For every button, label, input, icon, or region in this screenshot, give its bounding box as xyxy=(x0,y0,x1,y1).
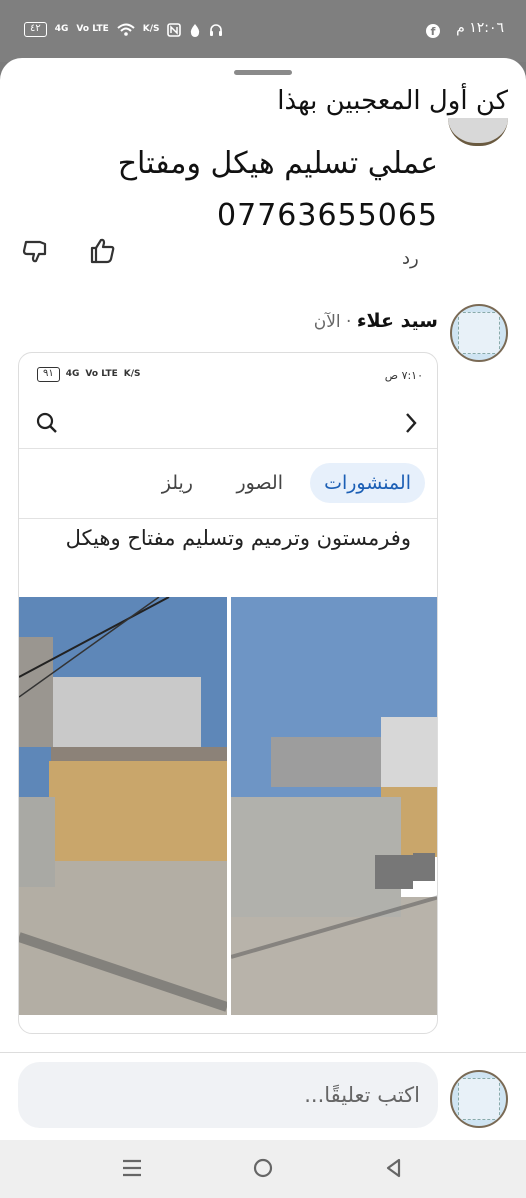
current-user-avatar xyxy=(450,1070,508,1128)
comment-author[interactable]: سيد علاء xyxy=(357,310,438,332)
embedded-volte: Vo LTE xyxy=(85,369,118,379)
embedded-photos xyxy=(19,597,437,1015)
current-user-avatar-image xyxy=(458,1078,500,1120)
comments-sheet: كن أول المعجبين بهذا عملي تسليم هيكل ومف… xyxy=(0,58,526,1140)
embedded-post-text: وفرمستون وترميم وتسليم مفتاح وهيكل xyxy=(65,526,411,550)
embedded-status-icons: ٩١ 4G Vo LTE K/S xyxy=(37,367,140,382)
system-nav-bar xyxy=(0,1140,526,1198)
dislike-icon[interactable] xyxy=(20,234,54,268)
speed-indicator: K/S xyxy=(142,24,160,34)
status-left-icons: ٤٢ 4G Vo LTE K/S xyxy=(24,22,223,37)
comment-body-line-1: عملي تسليم هيكل ومفتاح xyxy=(117,146,438,181)
headset-icon xyxy=(210,23,223,36)
network-indicator: 4G xyxy=(54,24,69,34)
comment-input[interactable]: اكتب تعليقًا... xyxy=(18,1062,438,1128)
battery-indicator: ٤٢ xyxy=(24,22,47,37)
likes-prompt: كن أول المعجبين بهذا xyxy=(277,86,508,116)
volte-indicator: Vo LTE xyxy=(76,24,109,34)
comment-body: عملي تسليم هيكل ومفتاح 07763655065 xyxy=(18,138,438,242)
nfc-icon xyxy=(167,22,182,37)
recent-apps-icon[interactable] xyxy=(120,1156,144,1180)
sheet-drag-handle[interactable] xyxy=(234,70,292,75)
embedded-search-row xyxy=(19,397,437,449)
wifi-icon xyxy=(117,23,135,36)
comment-phone-number: 07763655065 xyxy=(217,198,438,233)
avatar[interactable] xyxy=(450,304,508,362)
building-photo-left xyxy=(19,597,227,1015)
building-photo-right xyxy=(231,597,437,1015)
embedded-battery: ٩١ xyxy=(37,367,60,382)
status-time: ١٢:٠٦ م xyxy=(456,20,504,36)
chevron-right-icon xyxy=(406,413,417,433)
previous-avatar-partial xyxy=(448,118,508,146)
composer-divider xyxy=(0,1052,526,1053)
avatar-image xyxy=(458,312,500,354)
embedded-speed: K/S xyxy=(123,369,141,379)
status-bar: ٤٢ 4G Vo LTE K/S f ١٢:٠٦ م xyxy=(0,0,526,62)
attached-screenshot[interactable]: ٩١ 4G Vo LTE K/S ٧:١٠ ص المنشورات الصور … xyxy=(18,352,438,1034)
comment-time: الآن xyxy=(313,312,341,332)
tab-photos: الصور xyxy=(236,472,283,494)
back-icon[interactable] xyxy=(382,1156,406,1180)
tab-reels: ريلز xyxy=(161,472,193,494)
comment-separator: · xyxy=(340,312,357,332)
home-icon[interactable] xyxy=(251,1156,275,1180)
embedded-time: ٧:١٠ ص xyxy=(384,369,423,382)
comment-header: سيد علاء · الآن xyxy=(314,310,438,332)
facebook-notification-icon: f xyxy=(426,24,440,38)
reply-button[interactable]: رد xyxy=(402,248,419,269)
search-icon xyxy=(36,412,57,433)
embedded-status-bar: ٩١ 4G Vo LTE K/S ٧:١٠ ص xyxy=(19,353,437,397)
drop-icon xyxy=(191,23,200,37)
tab-posts: المنشورات xyxy=(310,463,425,503)
embedded-network: 4G xyxy=(65,369,80,379)
like-icon[interactable] xyxy=(84,234,118,268)
embedded-tabs: المنشورات الصور ريلز xyxy=(19,449,437,519)
